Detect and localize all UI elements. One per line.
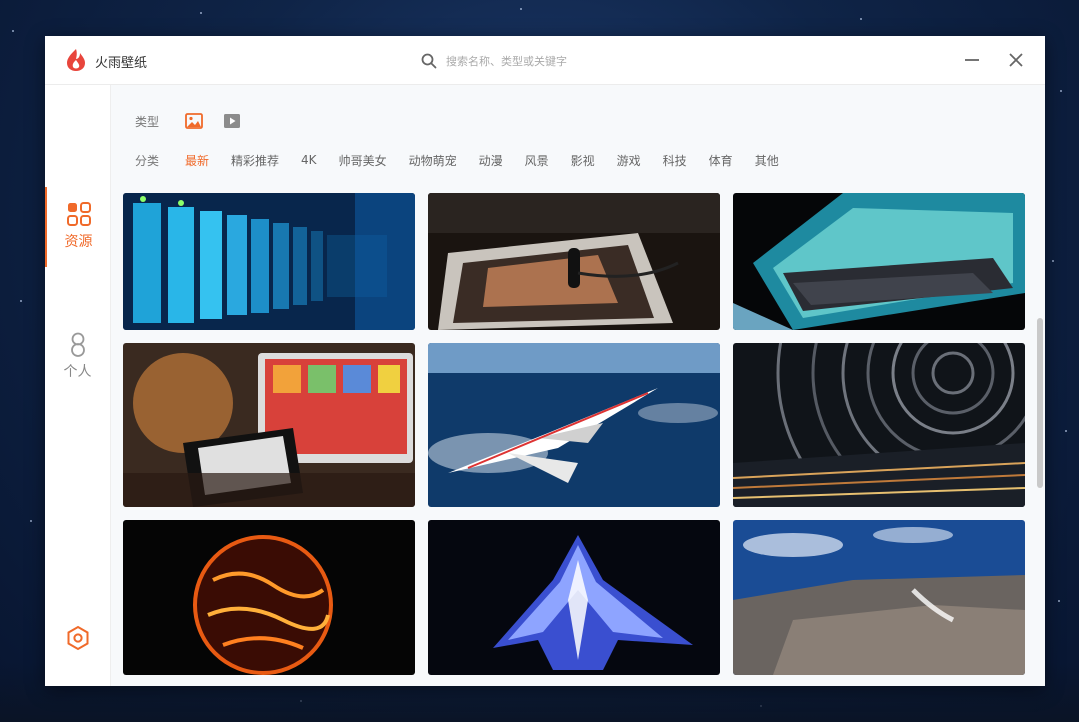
type-label: 类型 [135, 114, 160, 129]
category-film[interactable]: 影视 [571, 152, 595, 169]
main-content: 类型 分类 最新 精彩推荐 4K 帅哥美女 动物萌宠 动漫 风景 影视 游戏 科… [111, 85, 1045, 686]
category-anime[interactable]: 动漫 [479, 152, 503, 169]
supersonic-jet-thumbnail [428, 343, 720, 507]
category-people[interactable]: 帅哥美女 [339, 152, 387, 169]
wallpaper-card[interactable] [428, 343, 720, 507]
image-icon[interactable] [185, 113, 203, 129]
sidebar-item-resources[interactable]: 资源 [45, 187, 110, 267]
search-bar [421, 51, 671, 71]
category-4k[interactable]: 4K [301, 153, 317, 167]
close-icon[interactable] [1006, 50, 1026, 70]
earth-clouds-thumbnail [733, 520, 1025, 675]
user-icon [70, 332, 85, 357]
laptop-keyboard-thumbnail [733, 193, 1025, 330]
minimize-icon[interactable] [962, 50, 982, 70]
scrollbar-thumb[interactable] [1037, 318, 1043, 488]
search-input[interactable] [444, 53, 658, 69]
server-rack-thumbnail [123, 193, 415, 330]
app-window: 火雨壁纸 资源 [45, 36, 1045, 686]
sidebar-item-label: 资源 [64, 234, 93, 250]
category-filter-row: 分类 最新 精彩推荐 4K 帅哥美女 动物萌宠 动漫 风景 影视 游戏 科技 体… [135, 148, 801, 172]
category-other[interactable]: 其他 [755, 152, 779, 169]
scrollbar[interactable] [1037, 193, 1043, 683]
wallpaper-card[interactable] [123, 520, 415, 675]
video-icon[interactable] [223, 113, 241, 129]
wallpaper-card[interactable] [123, 343, 415, 507]
category-games[interactable]: 游戏 [617, 152, 641, 169]
category-sports[interactable]: 体育 [709, 152, 733, 169]
wallpaper-card[interactable] [733, 520, 1025, 675]
category-scenery[interactable]: 风景 [525, 152, 549, 169]
wallpaper-card[interactable] [733, 193, 1025, 330]
category-tech[interactable]: 科技 [663, 152, 687, 169]
app-title: 火雨壁纸 [95, 56, 148, 71]
category-featured[interactable]: 精彩推荐 [231, 152, 279, 169]
glowing-aircraft-thumbnail [428, 520, 720, 675]
wallpaper-card[interactable] [428, 520, 720, 675]
category-label: 分类 [135, 153, 160, 168]
sidebar-item-label: 个人 [63, 364, 92, 380]
sidebar-item-personal[interactable]: 个人 [45, 317, 110, 397]
flame-logo-icon [67, 49, 85, 71]
sidebar: 资源 个人 [45, 85, 111, 686]
wallpaper-grid [123, 193, 1025, 675]
title-bar: 火雨壁纸 [45, 36, 1045, 85]
category-latest[interactable]: 最新 [185, 152, 209, 169]
grid-icon [66, 202, 91, 226]
search-icon[interactable] [421, 53, 437, 69]
star-trails-thumbnail [733, 343, 1025, 507]
wallpaper-card[interactable] [733, 343, 1025, 507]
settings-gear-icon[interactable] [65, 625, 91, 651]
type-filter-row: 类型 [135, 109, 261, 133]
wallpaper-card[interactable] [123, 193, 415, 330]
tablet-earphones-thumbnail [428, 193, 720, 330]
wallpaper-card[interactable] [428, 193, 720, 330]
sun-surface-thumbnail [123, 520, 415, 675]
laptop-phone-thumbnail [123, 343, 415, 507]
category-pets[interactable]: 动物萌宠 [409, 152, 457, 169]
